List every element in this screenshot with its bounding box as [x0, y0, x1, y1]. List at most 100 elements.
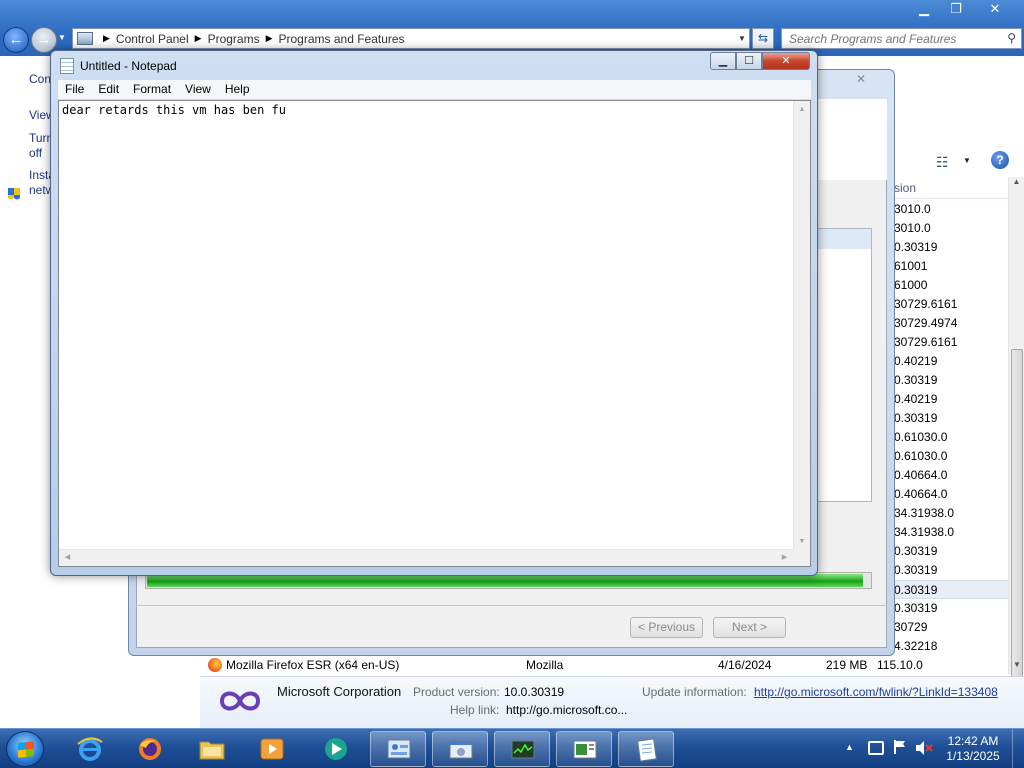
taskbar-internet-explorer[interactable] [62, 731, 118, 767]
taskbar-windows-explorer[interactable] [184, 731, 240, 767]
minimize-button[interactable]: ▁ [710, 52, 736, 70]
start-button[interactable] [6, 731, 44, 767]
version-cell[interactable]: 30729 [890, 618, 1008, 637]
wizard-maximize-button[interactable] [818, 72, 844, 88]
back-arrow-icon[interactable]: ← [3, 27, 29, 53]
version-cell[interactable]: 61000 [890, 276, 1008, 295]
table-row[interactable]: Mozilla Firefox ESR (x64 en-US) Mozilla … [200, 656, 1008, 675]
scroll-down-arrow-icon[interactable]: ▼ [794, 533, 810, 550]
program-list-scrollbar[interactable]: ▲ ▼ [1008, 177, 1024, 761]
scroll-left-arrow-icon[interactable]: ◀ [59, 550, 76, 566]
version-cell[interactable]: 0.40219 [890, 352, 1008, 371]
breadcrumb-chevron-icon[interactable]: ▶ [195, 33, 202, 44]
breadcrumb-chevron-icon[interactable]: ▶ [103, 33, 110, 44]
help-link-value[interactable]: http://go.microsoft.co... [506, 703, 627, 717]
recent-pages-dropdown-icon[interactable]: ▼ [58, 33, 66, 42]
version-cell[interactable]: 0.30319 [890, 561, 1008, 580]
control-panel-icon [387, 739, 411, 759]
publisher-name: Microsoft Corporation [277, 684, 402, 699]
menu-bar: File Edit Format View Help [58, 80, 811, 99]
close-button[interactable]: ✕ [762, 52, 810, 70]
scroll-right-arrow-icon[interactable]: ▶ [776, 550, 793, 566]
network-icon[interactable] [868, 741, 884, 755]
search-input[interactable] [782, 29, 992, 48]
minimize-button[interactable]: ▁ [908, 0, 940, 18]
change-view-icon[interactable]: ☷ [936, 154, 949, 171]
version-cell[interactable]: 30729.6161 [890, 333, 1008, 352]
list-item[interactable] [818, 229, 871, 249]
version-cell[interactable]: 0.30319 [890, 371, 1008, 390]
breadcrumb-programs-and-features[interactable]: Programs and Features [279, 32, 405, 46]
scroll-down-arrow-icon[interactable]: ▼ [1009, 660, 1024, 674]
maximize-button[interactable]: ☐ [736, 52, 762, 70]
taskbar-notepad[interactable] [618, 731, 674, 767]
version-cell[interactable]: 0.30319 [890, 542, 1008, 561]
search-icon[interactable]: ⚲ [1007, 31, 1016, 45]
version-cell[interactable]: 0.40219 [890, 390, 1008, 409]
scroll-up-arrow-icon[interactable]: ▲ [794, 101, 810, 118]
version-cell[interactable]: 4.32218 [890, 637, 1008, 656]
clock[interactable]: 12:42 AM 1/13/2025 [942, 734, 1004, 764]
breadcrumb-chevron-icon[interactable]: ▶ [266, 33, 273, 44]
document-text[interactable]: dear retards this vm has ben fu [62, 103, 787, 117]
taskbar-control-panel[interactable] [370, 731, 426, 767]
version-cell[interactable]: 0.30319 [890, 409, 1008, 428]
taskbar-media-player[interactable] [244, 731, 300, 767]
volume-muted-icon[interactable] [915, 740, 933, 756]
taskbar-windows-live[interactable] [308, 731, 364, 767]
text-editor-area[interactable]: dear retards this vm has ben fu ▲ ▼ ◀ ▶ [58, 100, 811, 567]
column-header-version[interactable]: sion [890, 177, 1008, 199]
control-panel-home-link[interactable]: Con [29, 72, 51, 86]
version-cell[interactable]: 61001 [890, 257, 1008, 276]
next-button[interactable]: Next > [713, 617, 786, 638]
version-cell[interactable]: 0.40664.0 [890, 485, 1008, 504]
menu-view[interactable]: View [178, 80, 218, 99]
taskbar-firefox[interactable] [122, 731, 178, 767]
turn-features-link-line2[interactable]: off [29, 146, 42, 160]
more-options-dropdown-icon[interactable]: ▼ [963, 156, 971, 165]
wizard-close-button[interactable]: ✕ [846, 72, 876, 88]
forward-arrow-icon[interactable]: → [31, 27, 57, 53]
version-cell[interactable]: 0.61030.0 [890, 447, 1008, 466]
show-hidden-icons-icon[interactable]: ▲ [845, 742, 854, 752]
version-cell[interactable]: 3010.0 [890, 200, 1008, 219]
show-desktop-button[interactable] [1012, 729, 1024, 768]
close-button[interactable]: ✕ [972, 0, 1018, 18]
version-cell[interactable]: 0.40664.0 [890, 466, 1008, 485]
taskbar-task-manager[interactable] [494, 731, 550, 767]
maximize-button[interactable]: ❐ [940, 0, 972, 18]
address-dropdown-icon[interactable]: ▼ [735, 34, 749, 43]
firefox-icon [208, 658, 222, 672]
version-cell[interactable]: 34.31938.0 [890, 523, 1008, 542]
version-cell[interactable]: 0.30319 [890, 599, 1008, 618]
previous-button[interactable]: < Previous [630, 617, 703, 638]
taskbar-installer[interactable] [432, 731, 488, 767]
refresh-icon[interactable]: ⇆ [752, 28, 774, 49]
version-cell[interactable]: 3010.0 [890, 219, 1008, 238]
address-bar[interactable]: ▶ Control Panel ▶ Programs ▶ Programs an… [72, 28, 750, 49]
action-center-flag-icon[interactable] [893, 739, 907, 755]
menu-format[interactable]: Format [126, 80, 178, 99]
breadcrumb-programs[interactable]: Programs [208, 32, 260, 46]
version-cell[interactable]: 34.31938.0 [890, 504, 1008, 523]
menu-edit[interactable]: Edit [91, 80, 126, 99]
version-cell[interactable]: 0.61030.0 [890, 428, 1008, 447]
horizontal-scrollbar[interactable]: ◀ ▶ [59, 549, 793, 566]
wizard-list-box[interactable] [818, 228, 872, 502]
wizard-header-panel [818, 99, 887, 180]
taskbar-setup[interactable] [556, 731, 612, 767]
version-cell[interactable]: 30729.4974 [890, 314, 1008, 333]
update-information-link[interactable]: http://go.microsoft.com/fwlink/?LinkId=1… [754, 685, 998, 699]
firefox-icon [139, 738, 161, 760]
search-box[interactable]: ⚲ [781, 28, 1022, 49]
vertical-scrollbar[interactable]: ▲ ▼ [793, 101, 810, 550]
menu-file[interactable]: File [58, 80, 91, 99]
version-cell[interactable]: 0.30319 [890, 238, 1008, 257]
version-cell[interactable]: 30729.6161 [890, 295, 1008, 314]
breadcrumb-control-panel[interactable]: Control Panel [116, 32, 189, 46]
help-icon[interactable]: ? [991, 151, 1009, 169]
scrollbar-corner [793, 549, 810, 566]
menu-help[interactable]: Help [218, 80, 257, 99]
scroll-up-arrow-icon[interactable]: ▲ [1009, 177, 1024, 191]
version-cell[interactable]: 0.30319 [890, 580, 1008, 599]
